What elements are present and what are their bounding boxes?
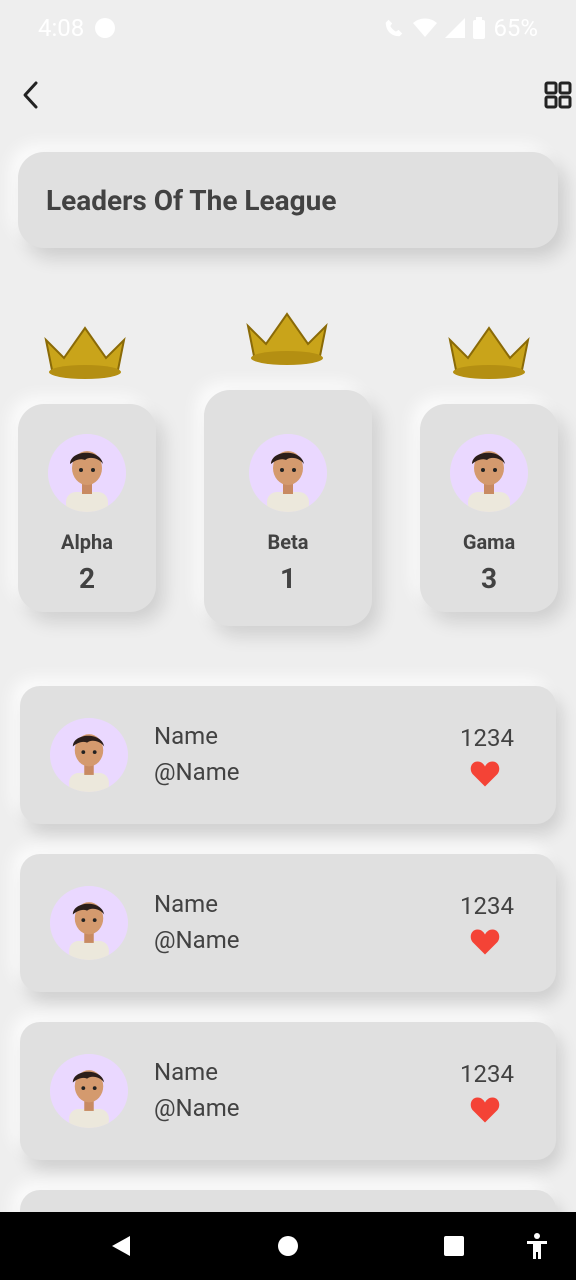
- podium-rank: 3: [480, 562, 498, 595]
- user-score: 1234: [460, 724, 514, 752]
- podium-rank: 2: [78, 562, 96, 595]
- status-icons: 65%: [383, 14, 538, 42]
- user-score: 1234: [460, 1060, 514, 1088]
- back-button[interactable]: [14, 78, 48, 112]
- notification-dot-icon: [95, 18, 115, 38]
- avatar-icon: [69, 734, 109, 792]
- crown-icon: [44, 326, 126, 379]
- list-item[interactable]: Name @Name 1234: [20, 854, 556, 992]
- user-name: Name: [154, 1058, 218, 1086]
- accessibility-icon[interactable]: [526, 1232, 548, 1260]
- call-icon: [386, 19, 403, 37]
- podium-card-first[interactable]: Beta 1: [204, 390, 372, 626]
- wifi-icon: [413, 18, 438, 37]
- user-handle: @Name: [154, 758, 240, 786]
- avatar: [50, 886, 128, 960]
- nav-home-icon[interactable]: [278, 1236, 298, 1256]
- grid-view-icon: [544, 81, 572, 109]
- avatar: [249, 434, 327, 512]
- podium-name: Gama: [462, 530, 516, 554]
- podium-card-second[interactable]: Alpha 2: [18, 404, 156, 612]
- avatar-icon: [69, 1070, 109, 1128]
- avatar-icon: [468, 451, 510, 512]
- user-name: Name: [154, 722, 218, 750]
- avatar: [48, 434, 126, 512]
- podium-name: Beta: [267, 530, 309, 554]
- page-title: Leaders Of The League: [46, 184, 337, 217]
- list-item[interactable]: Name @Name 1234: [20, 686, 556, 824]
- user-score: 1234: [460, 892, 514, 920]
- podium-card-third[interactable]: Gama 3: [420, 404, 558, 612]
- system-nav-bar: [0, 1212, 576, 1280]
- nav-back-icon[interactable]: [110, 1234, 132, 1258]
- battery-icon: [473, 17, 486, 39]
- status-time: 4:08: [38, 14, 85, 42]
- avatar-icon: [69, 902, 109, 960]
- grid-view-button[interactable]: [540, 78, 576, 112]
- nav-recents-icon[interactable]: [444, 1236, 464, 1256]
- signal-icon: [445, 18, 466, 38]
- avatar-icon: [267, 451, 309, 512]
- podium-rank: 1: [279, 562, 297, 595]
- status-bar: 4:08 65%: [0, 0, 576, 56]
- heart-icon[interactable]: [470, 760, 500, 788]
- user-handle: @Name: [154, 1094, 240, 1122]
- heart-icon[interactable]: [470, 1096, 500, 1124]
- list-item[interactable]: Name @Name 1234: [20, 1022, 556, 1160]
- heart-icon[interactable]: [470, 928, 500, 956]
- avatar: [450, 434, 528, 512]
- battery-percent: 65%: [493, 14, 538, 42]
- user-handle: @Name: [154, 926, 240, 954]
- back-arrow-icon: [23, 81, 38, 109]
- podium-name: Alpha: [61, 530, 113, 554]
- avatar: [50, 718, 128, 792]
- crown-icon: [246, 312, 328, 365]
- crown-icon: [448, 326, 530, 379]
- user-name: Name: [154, 890, 218, 918]
- avatar: [50, 1054, 128, 1128]
- avatar-icon: [66, 451, 108, 512]
